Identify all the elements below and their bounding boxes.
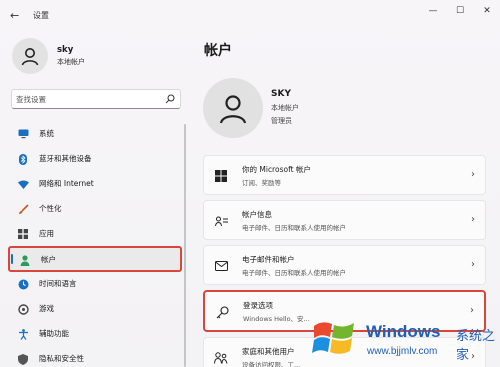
sidebar-item-time-language[interactable]: 时间和语言	[8, 272, 182, 296]
key-icon	[215, 305, 229, 319]
active-indicator	[11, 254, 13, 264]
email-accounts-card[interactable]: 电子邮件和帐户 电子邮件、日历和联系人使用的帐户 ›	[203, 245, 486, 285]
sidebar-item-bluetooth[interactable]: 蓝牙和其他设备	[8, 147, 182, 171]
windows-logo-watermark	[312, 322, 354, 354]
family-icon	[214, 351, 228, 365]
sidebar-item-personalization[interactable]: 个性化	[8, 197, 182, 221]
title-bar: ← 设置 — ☐ ✕	[0, 0, 500, 30]
watermark-brand: Windows	[366, 322, 441, 341]
person-icon	[219, 95, 247, 124]
card-subtitle: Windows Hello、安...	[243, 315, 310, 323]
profile-name: sky	[57, 45, 74, 55]
gamepad-icon	[17, 303, 29, 315]
shield-icon	[17, 353, 29, 365]
account-info-card[interactable]: 帐户信息 电子邮件、日历和联系人使用的帐户 ›	[203, 200, 486, 240]
sidebar-item-accounts[interactable]: 帐户	[8, 246, 182, 272]
profile-avatar[interactable]	[12, 38, 48, 74]
sidebar-scrollbar[interactable]	[184, 124, 186, 367]
card-subtitle: 订阅、奖励等	[242, 179, 281, 187]
sidebar-item-accessibility[interactable]: 辅助功能	[8, 322, 182, 346]
windows-icon	[214, 169, 228, 183]
bluetooth-icon	[17, 153, 29, 165]
chevron-right-icon: ›	[471, 259, 475, 270]
back-button[interactable]: ←	[10, 10, 22, 22]
watermark-cn: 系统之家	[456, 329, 496, 363]
microsoft-account-card[interactable]: 你的 Microsoft 帐户 订阅、奖励等 ›	[203, 155, 486, 195]
search-input[interactable]: 查找设置	[11, 89, 181, 109]
monitor-icon	[17, 128, 29, 140]
card-title: 你的 Microsoft 帐户	[242, 165, 311, 174]
watermark-url: www.bjjmlv.com	[367, 346, 438, 357]
close-button[interactable]: ✕	[474, 4, 500, 18]
user-avatar[interactable]	[203, 78, 263, 138]
wifi-icon	[17, 178, 29, 190]
person-icon	[19, 254, 31, 266]
sidebar-item-system[interactable]: 系统	[8, 122, 182, 146]
search-icon[interactable]	[165, 94, 175, 104]
sidebar-item-privacy[interactable]: 隐私和安全性	[8, 347, 182, 367]
apps-icon	[17, 228, 29, 240]
chevron-right-icon: ›	[470, 305, 474, 316]
user-name: SKY	[271, 89, 291, 99]
globe-clock-icon	[17, 278, 29, 290]
card-subtitle: 电子邮件、日历和联系人使用的帐户	[242, 269, 346, 277]
card-subtitle: 电子邮件、日历和联系人使用的帐户	[242, 224, 346, 232]
user-account-type: 本地帐户	[271, 104, 299, 112]
sidebar-item-label: 时间和语言	[39, 279, 77, 288]
page-title: 帐户	[204, 43, 232, 59]
user-role: 管理员	[271, 117, 292, 125]
card-title: 登录选项	[243, 301, 273, 310]
minimize-button[interactable]: —	[420, 4, 446, 18]
card-subtitle: 设备访问权限、工...	[242, 361, 301, 367]
card-title: 家庭和其他用户	[242, 347, 295, 356]
accessibility-icon	[17, 328, 29, 340]
sidebar-item-label: 帐户	[41, 255, 56, 264]
sidebar-item-label: 隐私和安全性	[39, 354, 84, 363]
chevron-right-icon: ›	[471, 169, 475, 180]
search-placeholder: 查找设置	[16, 95, 46, 104]
chevron-right-icon: ›	[471, 214, 475, 225]
app-title: 设置	[33, 11, 49, 20]
sidebar-item-label: 应用	[39, 229, 54, 238]
account-info-icon	[214, 214, 228, 228]
sidebar-item-apps[interactable]: 应用	[8, 222, 182, 246]
person-icon	[21, 48, 39, 66]
sidebar-item-label: 网络和 Internet	[39, 179, 94, 188]
sidebar-item-label: 个性化	[39, 204, 62, 213]
sidebar-item-gaming[interactable]: 游戏	[8, 297, 182, 321]
card-title: 电子邮件和帐户	[242, 255, 295, 264]
mail-icon	[214, 259, 228, 273]
sidebar-item-label: 辅助功能	[39, 329, 69, 338]
card-title: 帐户信息	[242, 210, 272, 219]
sidebar-item-label: 系统	[39, 129, 54, 138]
profile-account-type: 本地帐户	[57, 58, 85, 66]
sidebar-item-label: 蓝牙和其他设备	[39, 154, 92, 163]
brush-icon	[17, 203, 29, 215]
sidebar-item-network[interactable]: 网络和 Internet	[8, 172, 182, 196]
sidebar-item-label: 游戏	[39, 304, 54, 313]
settings-window: ← 设置 — ☐ ✕ sky 本地帐户 查找设置 系统 蓝牙和其他设备 网络和 …	[0, 0, 500, 367]
maximize-button[interactable]: ☐	[447, 4, 473, 18]
